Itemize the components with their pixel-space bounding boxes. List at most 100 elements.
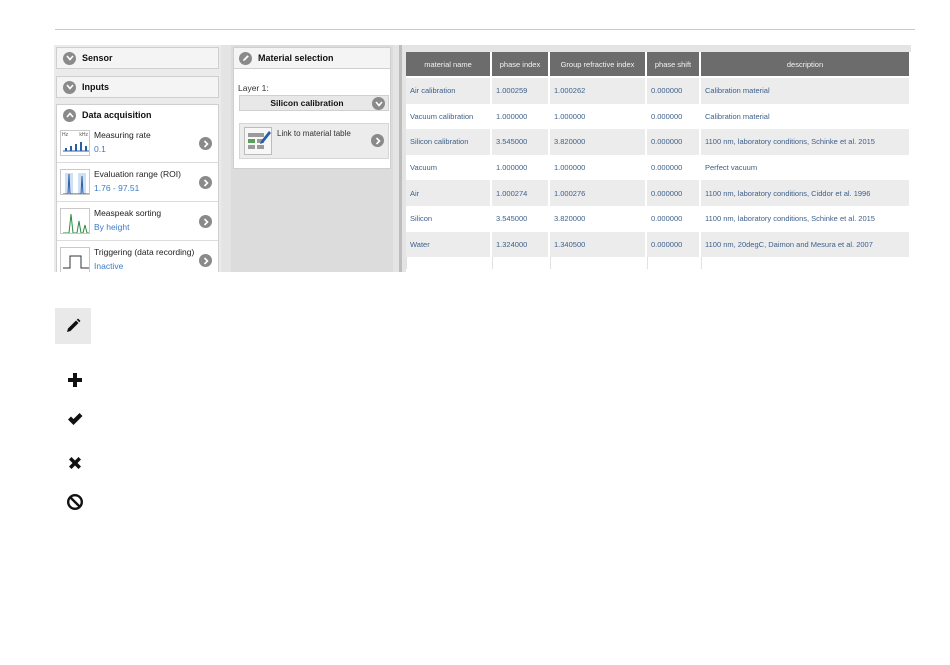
table-cell: 1100 nm, laboratory conditions, Schinke … <box>701 129 909 155</box>
item-value: 0.1 <box>94 144 106 154</box>
material-table: material name phase index Group refracti… <box>406 52 911 272</box>
table-cell: Calibration material <box>701 78 909 104</box>
top-divider <box>55 29 915 30</box>
material-dropdown[interactable]: Silicon calibration <box>239 95 389 111</box>
chevron-down-icon <box>372 97 385 110</box>
list-item-measuring-rate[interactable]: Hz kHz Measuring rate 0.1 <box>57 125 218 163</box>
list-item-evaluation-range[interactable]: Evaluation range (ROI) 1.76 - 97.51 <box>57 164 218 202</box>
material-selection-body: Layer 1: Silicon calibration Link to mat… <box>233 69 391 169</box>
accordion-sensor-label: Sensor <box>82 53 113 63</box>
chevron-right-icon[interactable] <box>199 215 212 228</box>
item-value: By height <box>94 222 130 232</box>
material-dropdown-value: Silicon calibration <box>270 98 344 108</box>
table-row-empty <box>406 257 909 270</box>
column-header[interactable]: Group refractive index <box>550 52 645 78</box>
table-cell: 1.340500 <box>550 231 645 258</box>
chevron-right-icon[interactable] <box>199 137 212 150</box>
measuring-rate-icon: Hz kHz <box>60 130 90 156</box>
table-cell: Perfect vacuum <box>701 154 909 181</box>
material-table-link-label: Link to material table <box>277 129 351 138</box>
table-cell: Water <box>406 231 490 258</box>
item-title: Triggering (data recording) <box>94 247 195 257</box>
table-cell: 0.000000 <box>647 103 699 130</box>
panel-splitter[interactable] <box>399 45 402 272</box>
table-cell: 3.820000 <box>550 129 645 155</box>
chevron-right-icon[interactable] <box>199 176 212 189</box>
table-row[interactable]: Vacuum 1.000000 1.000000 0.000000 Perfec… <box>406 154 909 181</box>
table-cell: 0.000000 <box>647 154 699 181</box>
table-cell: 3.545000 <box>492 129 548 155</box>
chevron-right-icon <box>371 134 384 147</box>
table-cell: 1100 nm, 20degC, Daimon and Mesura et al… <box>701 231 909 258</box>
pencil-icon[interactable] <box>55 308 91 344</box>
peak-sorting-icon <box>60 208 90 234</box>
item-title: Measuring rate <box>94 130 151 140</box>
table-cell: 0.000000 <box>647 129 699 155</box>
table-cell: 1.000276 <box>550 180 645 206</box>
trigger-pulse-icon <box>60 247 90 272</box>
table-cell: Calibration material <box>701 103 909 130</box>
data-acquisition-list: Hz kHz Measuring rate 0.1 Evaluation ran… <box>56 125 219 272</box>
evaluation-range-icon <box>60 169 90 195</box>
layer-label: Layer 1: <box>238 83 269 93</box>
table-cell: 1.000000 <box>550 103 645 130</box>
accordion-inputs[interactable]: Inputs <box>56 76 219 98</box>
settings-accordion: Sensor Inputs Data acquisition Hz kHz Me… <box>54 45 221 272</box>
table-cell: 1.324000 <box>492 231 548 258</box>
list-item-triggering[interactable]: Triggering (data recording) Inactive <box>57 242 218 272</box>
table-cell: 1.000262 <box>550 78 645 104</box>
table-row[interactable]: Vacuum calibration 1.000000 1.000000 0.0… <box>406 103 909 130</box>
table-cell: 0.000000 <box>647 78 699 104</box>
check-icon[interactable] <box>57 401 93 437</box>
material-selection-header: Material selection <box>233 47 391 69</box>
materials-table: material name phase index Group refracti… <box>406 52 911 270</box>
table-cell: 1.000000 <box>492 103 548 130</box>
table-cell: 3.820000 <box>550 205 645 232</box>
cross-icon[interactable] <box>57 445 93 481</box>
material-table-icon <box>244 127 272 155</box>
table-cell: 0.000000 <box>647 205 699 232</box>
table-cell: Vacuum calibration <box>406 103 490 130</box>
plus-icon[interactable] <box>57 362 93 398</box>
item-value: Inactive <box>94 261 124 271</box>
table-cell: Vacuum <box>406 154 490 181</box>
table-cell: 1100 nm, laboratory conditions, Ciddor e… <box>701 180 909 206</box>
accordion-data-acquisition[interactable]: Data acquisition <box>56 104 219 126</box>
chevron-down-icon <box>63 80 76 94</box>
material-table-link[interactable]: Link to material table <box>239 123 389 159</box>
material-selection-title: Material selection <box>258 53 334 63</box>
material-selection-panel: Material selection Layer 1: Silicon cali… <box>231 45 393 272</box>
column-header[interactable]: phase shift <box>647 52 699 78</box>
table-row[interactable]: Air 1.000274 1.000276 0.000000 1100 nm, … <box>406 180 909 206</box>
column-header[interactable]: material name <box>406 52 490 78</box>
table-cell: 1.000259 <box>492 78 548 104</box>
table-cell: 0.000000 <box>647 180 699 206</box>
table-cell: 0.000000 <box>647 231 699 258</box>
table-cell: 1100 nm, laboratory conditions, Schinke … <box>701 205 909 232</box>
table-cell: Air <box>406 180 490 206</box>
table-cell: 1.000000 <box>550 154 645 181</box>
table-cell: 3.545000 <box>492 205 548 232</box>
table-row[interactable]: Air calibration 1.000259 1.000262 0.0000… <box>406 78 909 104</box>
column-header[interactable]: phase index <box>492 52 548 78</box>
table-cell: 1.000000 <box>492 154 548 181</box>
chevron-up-icon <box>63 108 76 122</box>
item-value: 1.76 - 97.51 <box>94 183 140 193</box>
no-entry-icon[interactable] <box>57 484 93 520</box>
table-row[interactable]: Silicon 3.545000 3.820000 0.000000 1100 … <box>406 205 909 232</box>
table-cell: Air calibration <box>406 78 490 104</box>
chevron-down-icon <box>63 51 76 65</box>
table-row[interactable]: Water 1.324000 1.340500 0.000000 1100 nm… <box>406 231 909 258</box>
accordion-inputs-label: Inputs <box>82 82 109 92</box>
table-cell: 1.000274 <box>492 180 548 206</box>
accordion-sensor[interactable]: Sensor <box>56 47 219 69</box>
item-title: Measpeak sorting <box>94 208 162 218</box>
app-panels: Sensor Inputs Data acquisition Hz kHz Me… <box>54 45 911 272</box>
table-row[interactable]: Silicon calibration 3.545000 3.820000 0.… <box>406 129 909 155</box>
chevron-right-icon[interactable] <box>199 254 212 267</box>
column-header[interactable]: description <box>701 52 909 78</box>
list-item-measpeak-sorting[interactable]: Measpeak sorting By height <box>57 203 218 241</box>
table-header-row: material name phase index Group refracti… <box>406 52 909 78</box>
accordion-data-acquisition-label: Data acquisition <box>82 110 152 120</box>
pencil-icon <box>239 51 252 65</box>
